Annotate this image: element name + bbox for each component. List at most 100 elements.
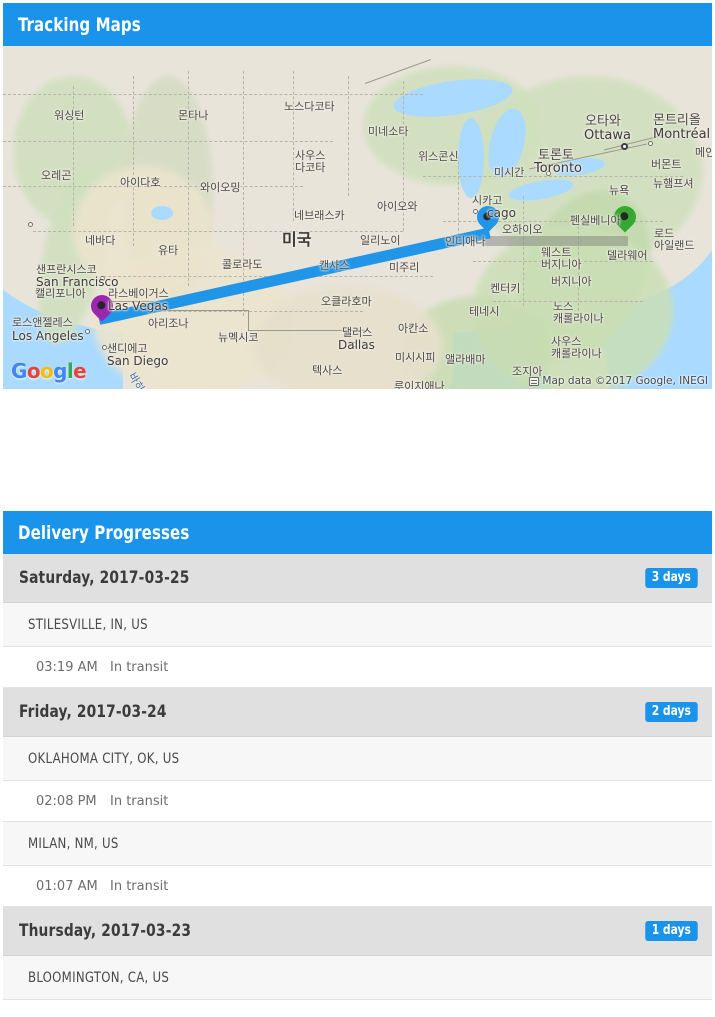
delivery-event-time: 03:19 AM xyxy=(36,659,98,675)
delivery-date-row[interactable]: Saturday, 2017-03-25 3 days xyxy=(3,554,712,603)
map-label-chicago-en: cago xyxy=(487,206,516,220)
map-label-toronto-en: Toronto xyxy=(534,161,582,176)
google-logo-g1: G xyxy=(11,359,27,383)
delivery-date-row[interactable]: Thursday, 2017-03-23 1 days xyxy=(3,907,712,956)
map-label-nebraska: 네브래스카 xyxy=(294,209,345,222)
map-label-indiana: 인디애나 xyxy=(445,235,486,248)
map-label-arkansas: 아칸소 xyxy=(398,322,429,335)
google-logo[interactable]: Google xyxy=(11,359,87,383)
map-label-new-mexico: 뉴멕시코 xyxy=(218,331,259,344)
map-label-vermont: 버몬트 xyxy=(651,158,682,171)
delivery-event-status: In transit xyxy=(110,659,169,675)
map-label-alabama: 앨라배마 xyxy=(445,353,486,366)
map-label-pennsylvania: 펜실베니아 xyxy=(570,214,621,227)
map-attribution-text: Map data ©2017 Google, INEGI xyxy=(542,375,708,387)
delivery-location-row[interactable]: MILAN, NM, US xyxy=(3,822,712,866)
google-map[interactable]: 워싱턴 몬타나 노스다코타 미네소타 사우스 다코타 오레곤 아이다호 와이오밍 … xyxy=(3,46,712,389)
tracking-maps-title: Tracking Maps xyxy=(18,13,141,36)
map-label-new-york: 뉴욕 xyxy=(609,184,630,197)
map-canvas[interactable]: 워싱턴 몬타나 노스다코타 미네소타 사우스 다코타 오레곤 아이다호 와이오밍 … xyxy=(3,46,712,389)
city-dot-ottawa xyxy=(621,143,628,150)
map-label-illinois: 일리노이 xyxy=(360,234,401,247)
delivery-event-row-partial[interactable] xyxy=(3,1000,712,1017)
delivery-location-label: OKLAHOMA CITY, OK, US xyxy=(28,750,180,767)
map-label-wyoming: 와이오밍 xyxy=(200,181,241,194)
map-label-oregon: 오레곤 xyxy=(41,169,72,182)
delivery-location-row[interactable]: BLOOMINGTON, CA, US xyxy=(3,956,712,1000)
delivery-date-row[interactable]: Friday, 2017-03-24 2 days xyxy=(3,688,712,737)
map-label-west-virginia: 웨스트 버지니아 xyxy=(541,246,582,272)
map-label-minnesota: 미네소타 xyxy=(368,125,409,138)
map-label-ohio: 오하이오 xyxy=(502,223,543,236)
map-label-california: 캘리포니아 xyxy=(35,287,86,300)
delivery-event-row[interactable]: 01:07 AM In transit xyxy=(3,866,712,907)
map-label-nevada: 네바다 xyxy=(85,234,116,247)
map-attribution: Map data ©2017 Google, INEGI xyxy=(529,375,708,387)
map-label-texas: 텍사스 xyxy=(312,364,343,377)
map-label-utah: 유타 xyxy=(158,244,179,257)
keyboard-shortcuts-icon[interactable] xyxy=(529,376,540,386)
delivery-progresses-header: Delivery Progresses xyxy=(3,511,712,554)
map-label-montana: 몬타나 xyxy=(178,109,209,122)
map-label-ottawa-en: Ottawa xyxy=(584,128,631,143)
map-label-rhode-island: 로드 아일랜드 xyxy=(654,227,695,253)
delivery-event-time: 01:07 AM xyxy=(36,878,98,894)
delivery-event-time: 02:08 PM xyxy=(36,793,97,809)
map-label-san-francisco-en: San Francisco xyxy=(36,275,119,289)
great-salt-lake xyxy=(151,206,173,220)
delivery-event-row[interactable]: 02:08 PM In transit xyxy=(3,781,712,822)
map-label-mississippi: 미시시피 xyxy=(395,351,436,364)
state-border xyxy=(3,94,423,95)
delivery-list: Saturday, 2017-03-25 3 days STILESVILLE,… xyxy=(3,554,712,1017)
map-label-montreal-en: Montréal xyxy=(653,127,711,142)
state-border xyxy=(33,231,403,232)
google-logo-o2: o xyxy=(39,359,54,383)
map-label-dallas-en: Dallas xyxy=(338,338,375,352)
delivery-date-label: Thursday, 2017-03-23 xyxy=(19,921,192,941)
days-badge: 3 days xyxy=(645,568,698,588)
tracking-page: Tracking Maps 워싱턴 몬타나 노스다코타 미네소타 사우스 다코타… xyxy=(0,0,715,1017)
lake-michigan xyxy=(458,118,484,198)
tracking-maps-header: Tracking Maps xyxy=(3,3,712,46)
map-label-kansas: 캔사스 xyxy=(319,259,350,272)
delivery-date-label: Friday, 2017-03-24 xyxy=(19,702,167,722)
map-label-north-carolina: 노스 캐롤라이나 xyxy=(553,300,604,326)
map-label-iowa: 아이오와 xyxy=(377,200,418,213)
state-border xyxy=(243,71,244,316)
tracking-maps-panel: Tracking Maps 워싱턴 몬타나 노스다코타 미네소타 사우스 다코타… xyxy=(3,3,712,389)
state-border xyxy=(133,76,134,246)
city-dot-los-angeles xyxy=(85,329,90,334)
map-label-new-hampshire: 뉴햄프셔 xyxy=(653,177,694,190)
delivery-location-label: MILAN, NM, US xyxy=(28,835,119,852)
map-label-michigan: 미시간 xyxy=(494,166,525,179)
map-label-louisiana: 루이지애나 xyxy=(394,380,445,389)
national-border xyxy=(248,310,249,330)
google-logo-g2: g xyxy=(53,359,67,383)
panel-spacer xyxy=(3,389,712,511)
delivery-location-label: BLOOMINGTON, CA, US xyxy=(28,969,170,986)
delivery-progresses-title: Delivery Progresses xyxy=(18,521,190,544)
map-label-washington: 워싱턴 xyxy=(54,109,85,122)
delivery-location-row[interactable]: OKLAHOMA CITY, OK, US xyxy=(3,737,712,781)
delivery-event-status: In transit xyxy=(110,793,169,809)
delivery-progresses-panel: Delivery Progresses Saturday, 2017-03-25… xyxy=(3,511,712,1017)
state-border xyxy=(3,141,333,142)
days-badge: 2 days xyxy=(645,702,698,722)
map-label-maine: 메인 xyxy=(695,146,712,159)
map-label-los-angeles-kr: 로스앤젤레스 xyxy=(12,316,73,329)
map-label-los-angeles-en: Los Angeles xyxy=(12,329,84,343)
map-label-oklahoma: 오클라호마 xyxy=(321,295,372,308)
delivery-event-row[interactable]: 03:19 AM In transit xyxy=(3,647,712,688)
delivery-location-label: STILESVILLE, IN, US xyxy=(28,616,148,633)
map-label-tennessee: 테네시 xyxy=(469,305,500,318)
map-label-las-vegas-en: Las Vegas xyxy=(108,299,168,313)
delivery-location-row[interactable]: STILESVILLE, IN, US xyxy=(3,603,712,647)
delivery-event-status: In transit xyxy=(110,878,169,894)
state-border xyxy=(188,71,189,286)
map-label-delaware: 델라웨어 xyxy=(607,249,648,262)
state-border xyxy=(458,156,459,236)
state-border xyxy=(523,196,524,306)
map-label-usa: 미국 xyxy=(282,230,312,249)
days-badge: 1 days xyxy=(645,921,698,941)
city-dot-chicago xyxy=(473,209,478,214)
